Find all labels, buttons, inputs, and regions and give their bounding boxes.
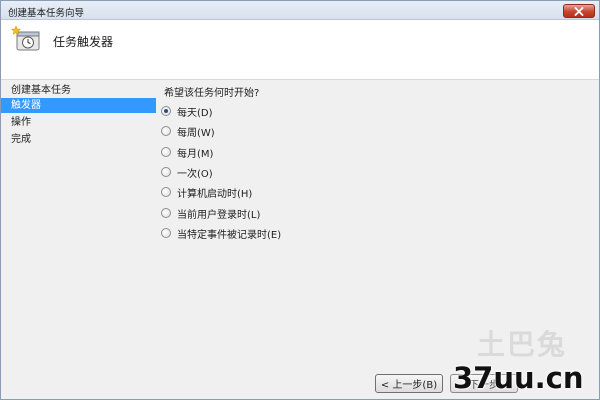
step-trigger[interactable]: 触发器 xyxy=(1,98,156,113)
title-bar[interactable]: 创建基本任务向导 xyxy=(1,1,599,20)
step-label: 触发器 xyxy=(11,100,41,111)
radio-button[interactable] xyxy=(161,106,171,116)
radio-button[interactable] xyxy=(161,187,171,197)
step-create-basic-task[interactable]: 创建基本任务 xyxy=(1,83,156,98)
wizard-header: 任务触发器 xyxy=(1,20,599,80)
option-on-event[interactable]: 当特定事件被记录时(E) xyxy=(161,226,282,241)
step-label: 完成 xyxy=(11,134,31,145)
task-scheduler-clock-icon xyxy=(11,25,40,51)
step-finish[interactable]: 完成 xyxy=(1,132,156,147)
option-label: 每天(D) xyxy=(177,107,213,119)
option-label: 每周(W) xyxy=(177,127,215,139)
option-label: 一次(O) xyxy=(177,168,213,180)
close-button[interactable] xyxy=(563,4,595,18)
radio-button[interactable] xyxy=(161,208,171,218)
trigger-options-panel: 希望该任务何时开始? 每天(D) 每周(W) 每月(M) 一次(O) 计算机启动… xyxy=(161,81,591,361)
option-monthly[interactable]: 每月(M) xyxy=(161,145,214,160)
option-label: 每月(M) xyxy=(177,148,214,160)
watermark-logo: 土巴兔 xyxy=(477,328,568,361)
radio-button[interactable] xyxy=(161,147,171,157)
option-label: 计算机启动时(H) xyxy=(177,188,253,200)
radio-button[interactable] xyxy=(161,167,171,177)
option-once[interactable]: 一次(O) xyxy=(161,165,213,180)
wizard-window: 创建基本任务向导 任务触发器 创建基本任务 触发器 操作 完成 希望该任务何时开… xyxy=(0,0,600,400)
step-label: 创建基本任务 xyxy=(11,85,71,96)
page-title: 任务触发器 xyxy=(53,35,114,49)
option-label: 当特定事件被记录时(E) xyxy=(177,229,282,241)
question-label: 希望该任务何时开始? xyxy=(164,88,260,99)
step-label: 操作 xyxy=(11,117,31,128)
option-weekly[interactable]: 每周(W) xyxy=(161,124,215,139)
radio-button[interactable] xyxy=(161,126,171,136)
option-label: 当前用户登录时(L) xyxy=(177,209,261,221)
window-title: 创建基本任务向导 xyxy=(8,8,85,19)
option-at-startup[interactable]: 计算机启动时(H) xyxy=(161,185,253,200)
option-daily[interactable]: 每天(D) xyxy=(161,104,213,119)
watermark-site-text: 37uu.cn xyxy=(453,361,584,395)
step-action[interactable]: 操作 xyxy=(1,115,156,130)
wizard-step-list: 创建基本任务 触发器 操作 完成 xyxy=(1,81,156,391)
radio-button[interactable] xyxy=(161,228,171,238)
option-at-logon[interactable]: 当前用户登录时(L) xyxy=(161,206,261,221)
back-button[interactable]: < 上一步(B) xyxy=(375,374,443,393)
close-icon xyxy=(574,6,584,16)
